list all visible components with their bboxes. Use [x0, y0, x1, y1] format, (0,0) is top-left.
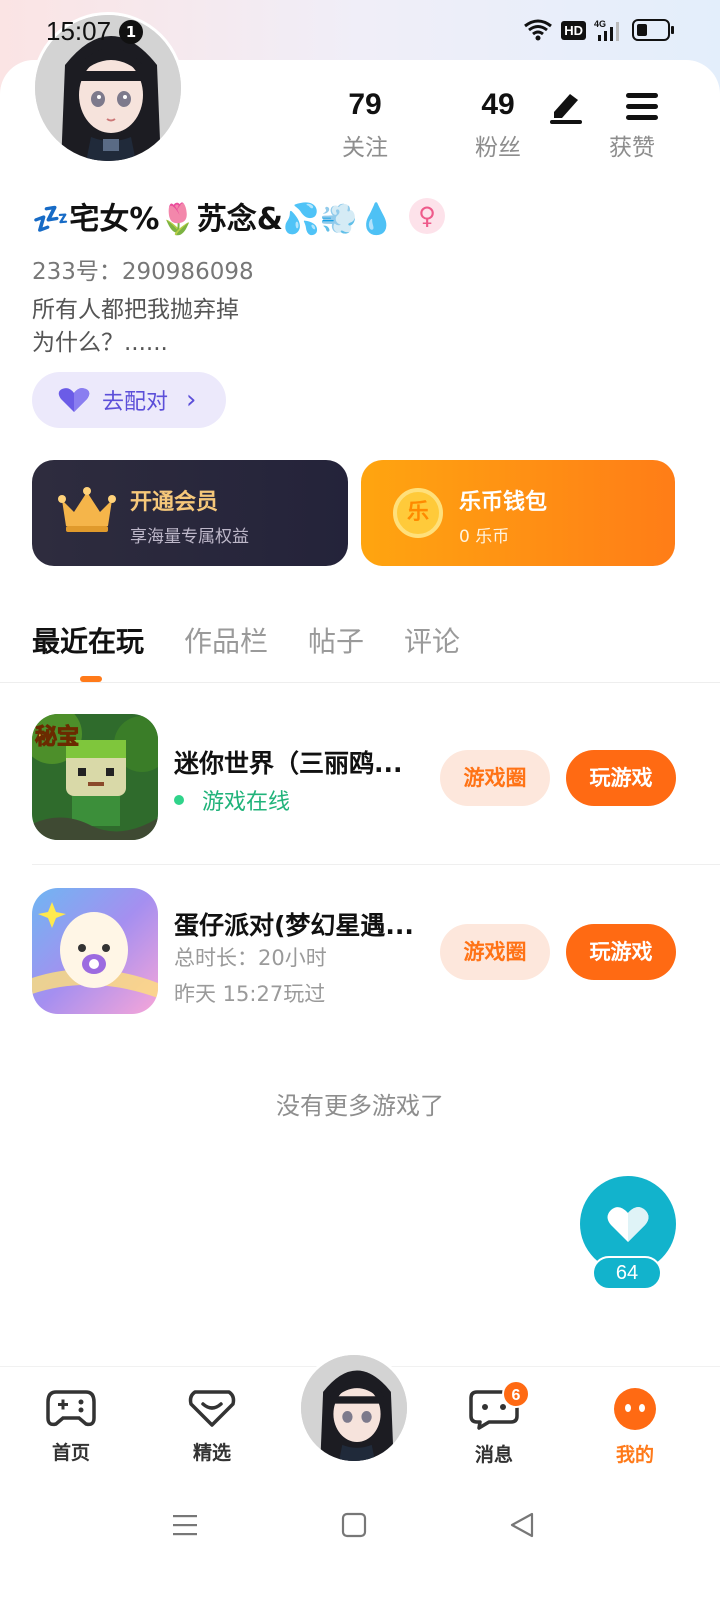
play-game-button-2[interactable]: 玩游戏 [566, 924, 676, 980]
game-circle-button-1[interactable]: 游戏圈 [440, 750, 550, 806]
nav-me-label: 我的 [615, 1444, 654, 1466]
game-title-2: 蛋仔派对(梦幻星遇... [174, 911, 414, 940]
hd-icon: HD [561, 20, 586, 40]
game-row-divider [32, 864, 720, 865]
wallet-title: 乐币钱包 [459, 490, 548, 515]
nickname-text: 💤宅女%🌷苏念&💦💨💧 [32, 202, 395, 237]
heart-gem-icon [188, 1390, 236, 1427]
wallet-card[interactable]: 乐 乐币钱包 0 乐币 [361, 460, 675, 566]
nav-featured-label: 精选 [192, 1442, 231, 1464]
no-more-games-note: 没有更多游戏了 [276, 1092, 444, 1120]
likes-label: 获赞 [609, 135, 655, 161]
game-online-status: 游戏在线 [174, 784, 290, 816]
eggy-party-art [32, 888, 158, 1014]
notification-count-badge: 1 [119, 20, 143, 44]
wallet-balance: 0 乐币 [459, 527, 510, 547]
play-game-button-1[interactable]: 玩游戏 [566, 750, 676, 806]
gamepad-icon [46, 1390, 96, 1427]
fans-label: 粉丝 [475, 135, 521, 161]
wifi-icon [524, 19, 553, 41]
stat-following[interactable]: 79 关注 [320, 88, 410, 162]
game-online-label: 游戏在线 [202, 790, 291, 815]
signal-icon: 4G [594, 19, 619, 41]
like-count: 64 [592, 1256, 662, 1290]
tab-posts[interactable]: 帖子 [308, 620, 364, 660]
home-square-icon[interactable] [341, 1512, 367, 1538]
user-id: 233号：290986098 [32, 259, 254, 285]
coin-icon: 乐 [393, 488, 443, 538]
vip-title: 开通会员 [130, 490, 219, 515]
profile-tabs: 最近在玩 作品栏 帖子 评论 [32, 620, 460, 660]
game-row-1: 秘宝 迷你世界（三丽鸥... 游戏在线 游戏圈 玩游戏 [0, 700, 720, 850]
battery-level [637, 24, 647, 36]
tab-recently-played[interactable]: 最近在玩 [32, 620, 144, 660]
following-count: 79 [348, 88, 382, 121]
tabs-divider [0, 682, 720, 683]
messages-unread-badge: 6 [502, 1380, 530, 1408]
game-title-1: 迷你世界（三丽鸥... [174, 749, 403, 778]
stat-fans[interactable]: 49 粉丝 [453, 88, 543, 162]
online-dot-icon [174, 795, 184, 805]
match-button-label: 去配对 [102, 390, 169, 415]
bio: 所有人都把我抛弃掉 为什么？...... [32, 294, 239, 360]
mini-world-icon-text: 秘宝 [35, 724, 79, 750]
nav-home-label: 首页 [51, 1442, 90, 1464]
game-total-duration: 总时长：20小时 [174, 946, 327, 970]
status-time: 15:07 [46, 16, 112, 46]
nav-messages-label: 消息 [474, 1444, 513, 1466]
nav-home[interactable]: 首页 [26, 1388, 116, 1465]
vip-subtitle: 享海量专属权益 [130, 527, 249, 547]
recent-apps-icon[interactable] [172, 1512, 198, 1538]
svg-text:4G: 4G [594, 19, 606, 29]
chevron-right-icon: › [186, 385, 197, 415]
nav-featured[interactable]: 精选 [167, 1388, 257, 1465]
bio-line-2: 为什么？...... [32, 330, 168, 356]
tab-works[interactable]: 作品栏 [184, 620, 268, 660]
female-gender-icon: ♀ [409, 198, 445, 234]
game-circle-button-2[interactable]: 游戏圈 [440, 924, 550, 980]
battery-icon [632, 19, 674, 41]
game-last-played: 昨天 15:27玩过 [174, 982, 326, 1006]
purple-heart-icon [58, 388, 90, 412]
menu-icon[interactable] [624, 92, 660, 122]
mini-world-art: 秘宝 [32, 714, 158, 840]
status-icons: HD 4G [523, 18, 674, 42]
crown-icon [58, 487, 116, 532]
status-bar: 15:07 1 HD 4G [0, 0, 720, 62]
profile-face-icon [614, 1388, 656, 1430]
edit-profile-icon[interactable] [546, 88, 586, 124]
mini-world-game-icon[interactable]: 秘宝 [32, 714, 158, 840]
nav-center-avatar[interactable] [298, 1352, 410, 1464]
bio-line-1: 所有人都把我抛弃掉 [32, 297, 239, 323]
back-triangle-icon[interactable] [509, 1512, 535, 1538]
following-label: 关注 [342, 135, 388, 161]
nickname: 💤宅女%🌷苏念&💦💨💧 ♀ [32, 196, 445, 237]
eggy-party-game-icon[interactable] [32, 888, 158, 1014]
system-nav-bar [0, 1482, 720, 1600]
match-button[interactable]: 去配对 › [32, 372, 226, 428]
game-row-2: 蛋仔派对(梦幻星遇... 总时长：20小时 昨天 15:27玩过 游戏圈 玩游戏 [0, 874, 720, 1024]
vip-card[interactable]: 开通会员 享海量专属权益 [32, 460, 348, 566]
tab-comments[interactable]: 评论 [404, 620, 460, 660]
fans-count: 49 [481, 88, 515, 121]
nav-me[interactable]: 我的 [590, 1388, 680, 1467]
